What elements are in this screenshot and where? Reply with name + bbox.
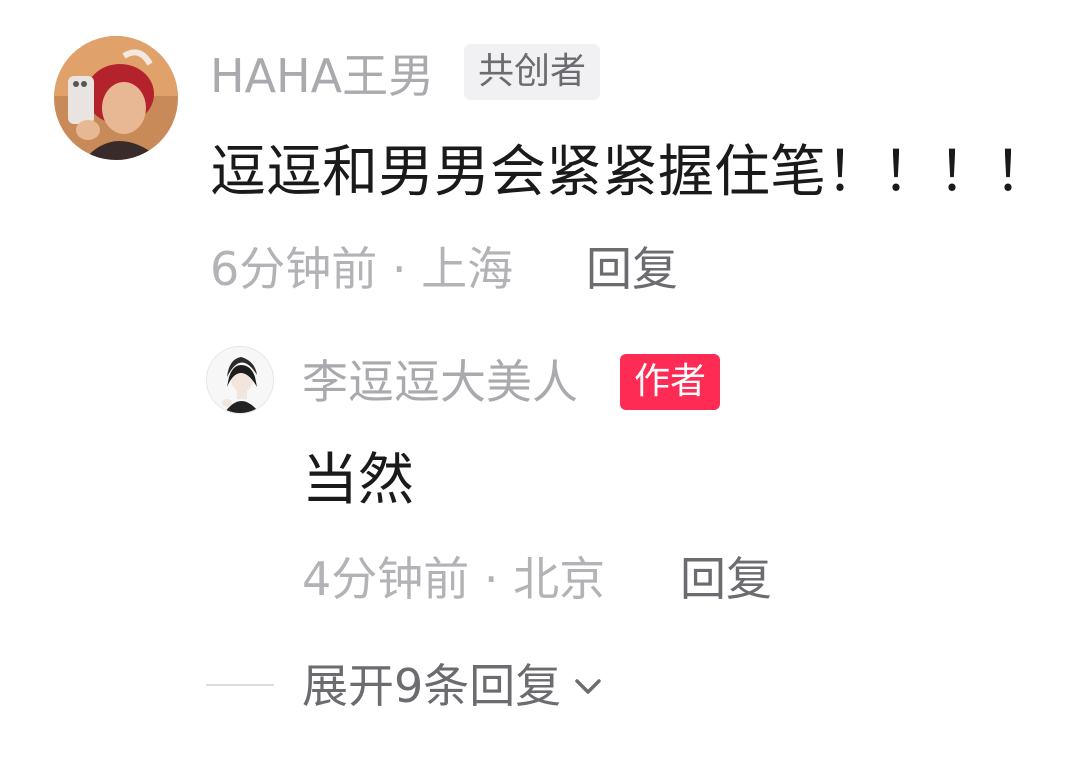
comment-thread: HAHA王男 共创者 逗逗和男男会紧紧握住笔！！！！ 6分钟前 · 上海 回复 … — [0, 0, 1080, 769]
reply-meta: 4分钟前 · 北京 — [302, 552, 606, 606]
comment-username[interactable]: HAHA王男 — [210, 50, 434, 102]
comment-text: 逗逗和男男会紧紧握住笔！！！！ — [210, 140, 1050, 205]
cocreator-badge: 共创者 — [464, 44, 601, 100]
author-avatar[interactable] — [206, 346, 274, 414]
reply-text: 当然 — [302, 448, 414, 513]
expand-replies-label: 展开9条回复 — [302, 659, 562, 713]
chevron-down-icon — [571, 669, 605, 703]
user-avatar[interactable] — [54, 36, 178, 160]
author-avatar-illustration-icon — [207, 347, 273, 413]
reply-to-reply-button[interactable]: 回复 — [680, 552, 772, 606]
expand-divider — [206, 684, 274, 686]
expand-replies-button[interactable]: 展开9条回复 — [302, 656, 605, 716]
comment-meta: 6分钟前 · 上海 — [210, 242, 514, 296]
reply-username[interactable]: 李逗逗大美人 — [302, 356, 578, 408]
avatar-photo-icon — [54, 36, 178, 160]
reply-button[interactable]: 回复 — [586, 242, 678, 296]
author-badge: 作者 — [620, 354, 721, 410]
